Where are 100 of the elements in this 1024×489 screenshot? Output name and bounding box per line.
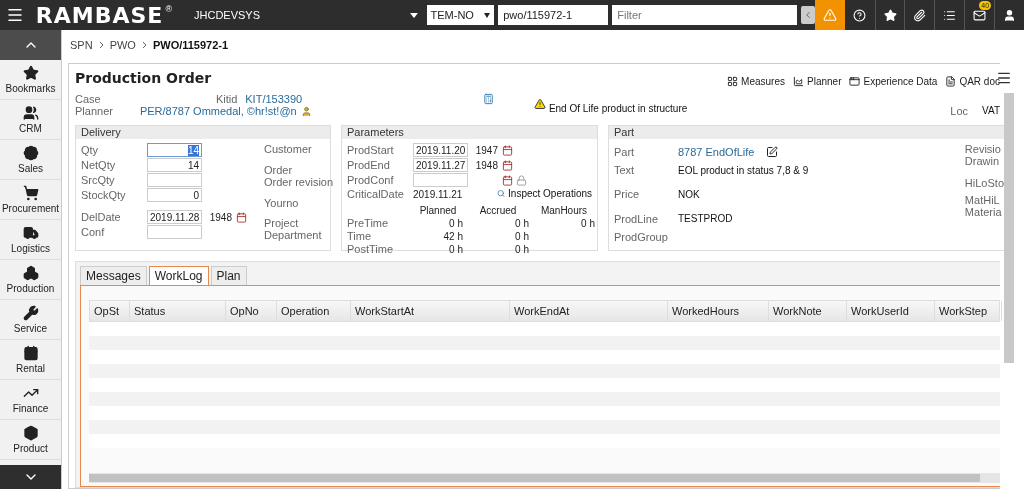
sidebar-item[interactable]: Sales [0,140,61,180]
column-header[interactable]: OpSt [90,301,130,321]
sidebar-item[interactable]: Procurement [0,180,61,220]
filter-field[interactable]: Filter [612,5,798,25]
caret-icon[interactable] [409,12,418,18]
date-field[interactable]: 2019.11.28 [147,210,202,224]
lock-icon [516,174,527,186]
field-value: 0 h [514,243,529,255]
field-label: Kitid [215,93,238,105]
part-link[interactable]: 8787 EndOfLife [678,145,755,158]
column-header[interactable]: WorkEndAt [510,301,668,321]
cart-icon [22,185,39,201]
date-field[interactable]: 2019.11.20 [413,143,468,157]
panel-title: Delivery [76,126,330,139]
sidebar-item[interactable]: Product [0,420,61,460]
date-field[interactable] [413,173,468,187]
truck-icon [22,225,39,241]
search-icon [497,188,506,199]
field-label: Case [75,93,102,105]
tab[interactable]: Messages [80,266,147,285]
column-header[interactable]: WorkNote [769,301,847,321]
field-label: Time [347,230,373,242]
field-value: 0 h [514,230,529,242]
toolbar-link[interactable]: Experience Data [849,76,938,87]
field-label: Customer [264,143,313,155]
sidebar-item[interactable]: CRM [0,100,61,140]
breadcrumb-link[interactable]: PWO/115972-1 [152,39,229,51]
field-label: Text [614,164,636,177]
field-label: PreTime [347,217,390,229]
field-label: Qty [81,144,100,156]
kit-link[interactable]: KIT/153390 [245,93,303,105]
chevron-right-icon [141,41,147,49]
calendar-icon[interactable] [236,211,247,223]
column-header[interactable]: WorkStartAt [351,301,510,321]
column-header[interactable]: WorkStep [935,301,1002,321]
field-label: Planner [75,105,114,117]
tab[interactable]: Plan [210,266,247,285]
field-label: DelDate [81,211,122,223]
toolbar-link[interactable]: Planner [793,76,842,87]
field-value: 0 h [448,243,463,255]
field-label: Department [264,229,323,241]
grid-icon [727,76,739,87]
calendar-icon[interactable] [502,174,513,186]
chart-icon [793,76,804,87]
tab[interactable]: WorkLog [148,266,209,285]
star-icon [22,65,39,81]
field-label: SrcQty [81,174,116,186]
person-icon [300,105,312,117]
warning-text: End Of Life product in structure [548,103,688,114]
field-label: HiLoSto [964,177,1004,189]
edit-icon[interactable] [766,145,779,158]
field-label: Materia [964,206,1003,218]
column-header[interactable]: OpNo [226,301,277,321]
input-field[interactable]: 0 [147,188,202,202]
breadcrumb-link[interactable]: PWO [109,39,136,51]
toolbar-link[interactable]: Measures [727,76,785,87]
column-header[interactable]: Status [130,301,226,321]
field-value: NOK [678,189,701,200]
chevron-right-icon [98,41,104,49]
column-header[interactable]: WorkUserId [847,301,935,321]
company-name: JHCDEVSYS [194,9,262,21]
sidebar-item[interactable]: Rental [0,340,61,380]
column-header: Accrued [478,205,518,216]
column-header[interactable]: WorkedHours [668,301,769,321]
inspect-link[interactable]: Inspect Operations [508,188,592,199]
column-header: ManHours [539,205,589,216]
field-value: 2019.11.21 [413,188,464,200]
field-value: VAT [982,105,1000,117]
wrench-icon [22,305,39,321]
person-name-link[interactable]: PER/8787 Ommedal, ©hr!st!@n [139,105,297,117]
field-label: MatHiL [964,194,1001,206]
sidebar-item[interactable]: Production [0,260,61,300]
week-number: 1948 [474,159,498,171]
field-label: Conf [81,226,106,238]
input-field[interactable] [147,225,202,239]
search-field[interactable]: pwo/115972-1 [498,5,609,25]
breadcrumb-link[interactable]: SPN [70,39,93,51]
sidebar-item[interactable]: Finance [0,380,61,420]
column-header[interactable]: Operation [277,301,351,321]
field-label: Yourno [264,197,300,209]
calendar-icon[interactable] [502,144,513,156]
logo-mark: ® [165,4,172,14]
input-field[interactable]: 14 [147,158,202,172]
calculator-icon[interactable] [482,93,494,105]
window-icon [849,76,861,87]
field-label: Project [264,217,300,229]
toolbar-link[interactable]: QAR doc [945,76,1000,87]
input-field[interactable] [147,173,202,187]
field-label: Order revision [264,176,334,188]
sidebar-item[interactable]: Service [0,300,61,340]
panel-title: Part [609,126,1004,139]
locale-select[interactable]: TEM-NO [426,5,495,25]
field-label: Order [264,164,294,176]
field-label: ProdStart [347,144,395,156]
sidebar-item[interactable]: Bookmarks [0,60,61,100]
field-label: StockQty [81,189,127,201]
input-field[interactable]: 14 [147,143,202,157]
date-field[interactable]: 2019.11.27 [413,158,468,172]
calendar-icon[interactable] [502,159,513,171]
sidebar-item[interactable]: Logistics [0,220,61,260]
